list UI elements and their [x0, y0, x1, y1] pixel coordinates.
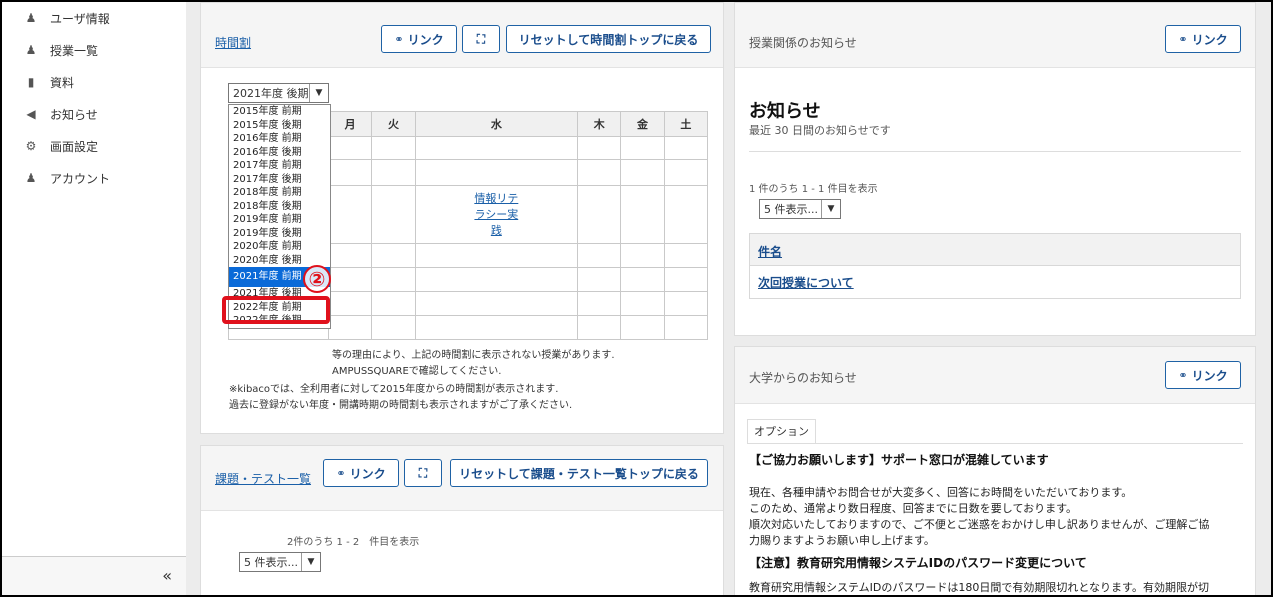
assignments-count-text: 2件のうち 1 - 2 件目を表示 [287, 537, 420, 548]
course-news-panel: 授業関係のお知らせ ⚭ リンク お知らせ 最近 30 日間のお知らせです 1 件の… [734, 2, 1256, 336]
timetable-expand-button[interactable]: ⛶ [462, 25, 500, 53]
course-link[interactable]: 情報リテ ラシー実 践 [416, 191, 577, 239]
term-option[interactable]: 2020年度 前期 [229, 240, 330, 254]
sidebar-collapse-bar: « [2, 556, 186, 595]
course-news-count-text: 1 件のうち 1 - 1 件目を表示 [749, 184, 878, 195]
university-news-link-button[interactable]: ⚭ リンク [1165, 361, 1241, 389]
term-option[interactable]: 2016年度 前期 [229, 132, 330, 146]
chevron-down-icon: ▼ [309, 84, 328, 102]
sidebar-item-label: アカウント [50, 171, 111, 186]
term-option[interactable]: 2017年度 前期 [229, 159, 330, 173]
term-option[interactable]: 2015年度 前期 [229, 105, 330, 119]
group-icon: ♟ [25, 43, 37, 57]
news-item-body: 教育研究用情報システムIDのパスワードは180日間で有効期限切れとなります。有効… [749, 581, 1209, 594]
day-header-tue: 火 [371, 111, 416, 137]
day-header-thu: 木 [577, 111, 622, 137]
day-header-fri: 金 [620, 111, 665, 137]
term-option[interactable]: 2018年度 前期 [229, 186, 330, 200]
column-header-subject[interactable]: 件名 [749, 233, 1241, 266]
app-window: ♟ ユーザ情報 ♟ 授業一覧 ▮ 資料 ◀ お知らせ ⚙ 画面設定 ♟ アカウン… [0, 0, 1273, 597]
course-news-title: 授業関係のお知らせ [749, 36, 857, 50]
term-option[interactable]: 2018年度 後期 [229, 200, 330, 214]
highlight-box [222, 296, 330, 324]
university-news-panel: 大学からのお知らせ ⚭ リンク オプション 【ご協力お願いします】サポート窓口が混… [734, 346, 1256, 595]
assignments-expand-button[interactable]: ⛶ [404, 459, 442, 487]
sidebar-item-label: ユーザ情報 [50, 11, 110, 26]
expand-icon: ⛶ [418, 465, 428, 480]
expand-icon: ⛶ [476, 31, 486, 46]
timetable-header: 時間割 ⚭ リンク ⛶ リセットして時間割トップに戻る [201, 3, 723, 68]
university-news-title: 大学からのお知らせ [749, 371, 857, 385]
news-item-body: 現在、各種申請やお問合せが大変多く、回答にお時間をいただいております。 このため… [749, 486, 1210, 547]
megaphone-icon: ◀ [26, 107, 36, 121]
term-option[interactable]: 2019年度 前期 [229, 213, 330, 227]
assignments-reset-button[interactable]: リセットして課題・テスト一覧トップに戻る [450, 459, 708, 487]
course-news-link-button[interactable]: ⚭ リンク [1165, 25, 1241, 53]
sidebar-item-label: 画面設定 [50, 139, 99, 154]
university-news-header: 大学からのお知らせ ⚭ リンク [735, 347, 1255, 404]
user-icon: ♟ [25, 171, 37, 185]
term-option[interactable]: 2015年度 後期 [229, 119, 330, 133]
sidebar-item-courses[interactable]: ♟ 授業一覧 [24, 40, 98, 60]
note-line: AMPUSSQUAREで確認してください. [332, 366, 502, 377]
sidebar-item-display-settings[interactable]: ⚙ 画面設定 [24, 136, 98, 156]
sidebar: ♟ ユーザ情報 ♟ 授業一覧 ▮ 資料 ◀ お知らせ ⚙ 画面設定 ♟ アカウン… [2, 2, 187, 595]
link-icon: ⚭ [1178, 368, 1188, 382]
link-icon: ⚭ [336, 466, 346, 480]
day-header-mon: 月 [327, 111, 373, 137]
folder-icon: ▮ [27, 75, 35, 89]
chevron-down-icon: ▼ [301, 553, 320, 571]
timetable-panel: 時間割 ⚭ リンク ⛶ リセットして時間割トップに戻る 2021年度 後期 ▼ 月… [200, 2, 724, 434]
timetable-link-button[interactable]: ⚭ リンク [381, 25, 457, 53]
assignments-panel: 課題・テスト一覧 ⚭ リンク ⛶ リセットして課題・テスト一覧トップに戻る 2件の… [200, 445, 724, 595]
assignments-title-link[interactable]: 課題・テスト一覧 [215, 470, 311, 487]
sidebar-item-label: 資料 [50, 75, 75, 90]
divider [749, 151, 1241, 152]
sidebar-item-materials[interactable]: ▮ 資料 [24, 72, 74, 92]
collapse-sidebar-button[interactable]: « [162, 566, 172, 585]
news-item-title: 【ご協力お願いします】サポート窓口が混雑しています [749, 453, 1049, 467]
course-news-heading: お知らせ [749, 101, 821, 122]
term-option[interactable]: 2019年度 後期 [229, 227, 330, 241]
day-header-sat: 土 [663, 111, 709, 137]
course-cell[interactable]: 情報リテ ラシー実 践 [414, 185, 579, 244]
course-news-page-size-select[interactable]: 5 件表示... ▼ [759, 199, 841, 219]
news-item-title: 【注意】教育研究用情報システムIDのパスワード変更について [749, 556, 1087, 570]
divider [747, 443, 1243, 444]
note-line: ※kibacoでは、全利用者に対して2015年度からの時間割が表示されます. [229, 384, 559, 395]
gear-icon: ⚙ [25, 139, 37, 153]
sidebar-item-label: 授業一覧 [50, 43, 99, 58]
timetable-title-link[interactable]: 時間割 [215, 34, 251, 51]
sidebar-item-user-info[interactable]: ♟ ユーザ情報 [24, 8, 110, 28]
term-select[interactable]: 2021年度 後期 ▼ [228, 83, 329, 103]
assignments-page-size-select[interactable]: 5 件表示... ▼ [239, 552, 321, 572]
sidebar-item-account[interactable]: ♟ アカウント [24, 168, 110, 188]
timetable-reset-button[interactable]: リセットして時間割トップに戻る [506, 25, 711, 53]
assignments-header: 課題・テスト一覧 ⚭ リンク ⛶ リセットして課題・テスト一覧トップに戻る [201, 446, 723, 511]
main-content: 時間割 ⚭ リンク ⛶ リセットして時間割トップに戻る 2021年度 後期 ▼ 月… [186, 2, 1271, 595]
sidebar-item-label: お知らせ [50, 107, 98, 122]
day-header-wed: 水 [414, 111, 579, 137]
user-icon: ♟ [25, 11, 37, 25]
step-number-badge: ② [303, 265, 331, 293]
link-icon: ⚭ [394, 32, 404, 46]
note-line: 過去に登録がない年度・開講時期の時間割も表示されますがご了承ください. [229, 400, 573, 411]
options-tab[interactable]: オプション [747, 419, 816, 444]
course-news-subheading: 最近 30 日間のお知らせです [749, 124, 891, 137]
assignments-link-button[interactable]: ⚭ リンク [323, 459, 399, 487]
chevron-down-icon: ▼ [821, 200, 840, 218]
sidebar-item-notices[interactable]: ◀ お知らせ [24, 104, 98, 124]
note-line: 等の理由により、上記の時間割に表示されない授業があります. [332, 350, 615, 361]
link-icon: ⚭ [1178, 32, 1188, 46]
table-row[interactable]: 次回授業について [749, 266, 1241, 299]
term-option[interactable]: 2016年度 後期 [229, 146, 330, 160]
term-option[interactable]: 2017年度 後期 [229, 173, 330, 187]
term-dropdown-list[interactable]: 2015年度 前期 2015年度 後期 2016年度 前期 2016年度 後期 … [228, 104, 331, 329]
course-news-header: 授業関係のお知らせ ⚭ リンク [735, 3, 1255, 68]
